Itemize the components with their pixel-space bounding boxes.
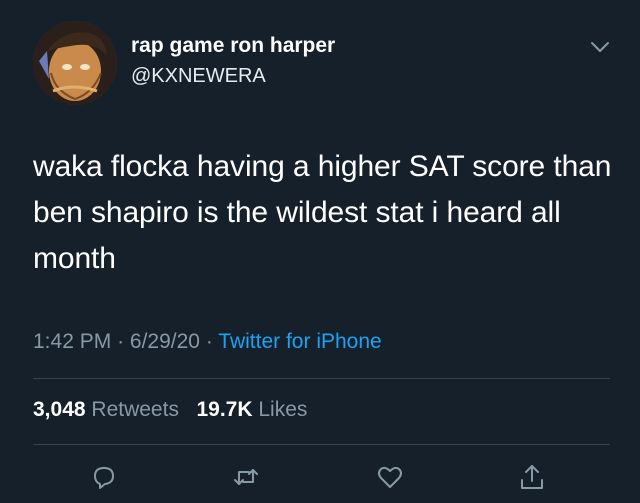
likes-count: 19.7K <box>196 398 253 421</box>
reply-icon[interactable] <box>89 462 119 492</box>
meta-separator: · <box>205 330 213 353</box>
author-handle[interactable]: @KXNEWERA <box>131 65 266 88</box>
divider <box>33 378 610 379</box>
divider <box>33 444 610 445</box>
tweet-time[interactable]: 1:42 PM <box>33 330 111 353</box>
likes-label: Likes <box>258 398 308 421</box>
share-icon[interactable] <box>517 462 547 492</box>
tweet-date[interactable]: 6/29/20 <box>130 330 200 353</box>
tweet-meta: 1:42 PM · 6/29/20 · Twitter for iPhone <box>33 330 382 354</box>
chevron-down-icon[interactable] <box>590 40 610 54</box>
like-icon[interactable] <box>375 462 405 492</box>
likes-stat[interactable]: 19.7K Likes <box>196 398 307 421</box>
retweets-label: Retweets <box>91 398 179 421</box>
tweet-source-link[interactable]: Twitter for iPhone <box>218 330 381 353</box>
retweets-count: 3,048 <box>33 398 86 421</box>
tweet-stats: 3,048 Retweets 19.7K Likes <box>33 398 307 422</box>
retweets-stat[interactable]: 3,048 Retweets <box>33 398 185 421</box>
tweet-text: waka flocka having a higher SAT score th… <box>33 150 612 275</box>
anime-character-avatar-icon <box>33 21 117 105</box>
avatar[interactable] <box>33 21 117 105</box>
meta-separator: · <box>117 330 125 353</box>
tweet-card: rap game ron harper @KXNEWERA waka flock… <box>0 0 640 503</box>
author-display-name[interactable]: rap game ron harper <box>131 34 335 58</box>
retweet-icon[interactable] <box>231 462 261 492</box>
